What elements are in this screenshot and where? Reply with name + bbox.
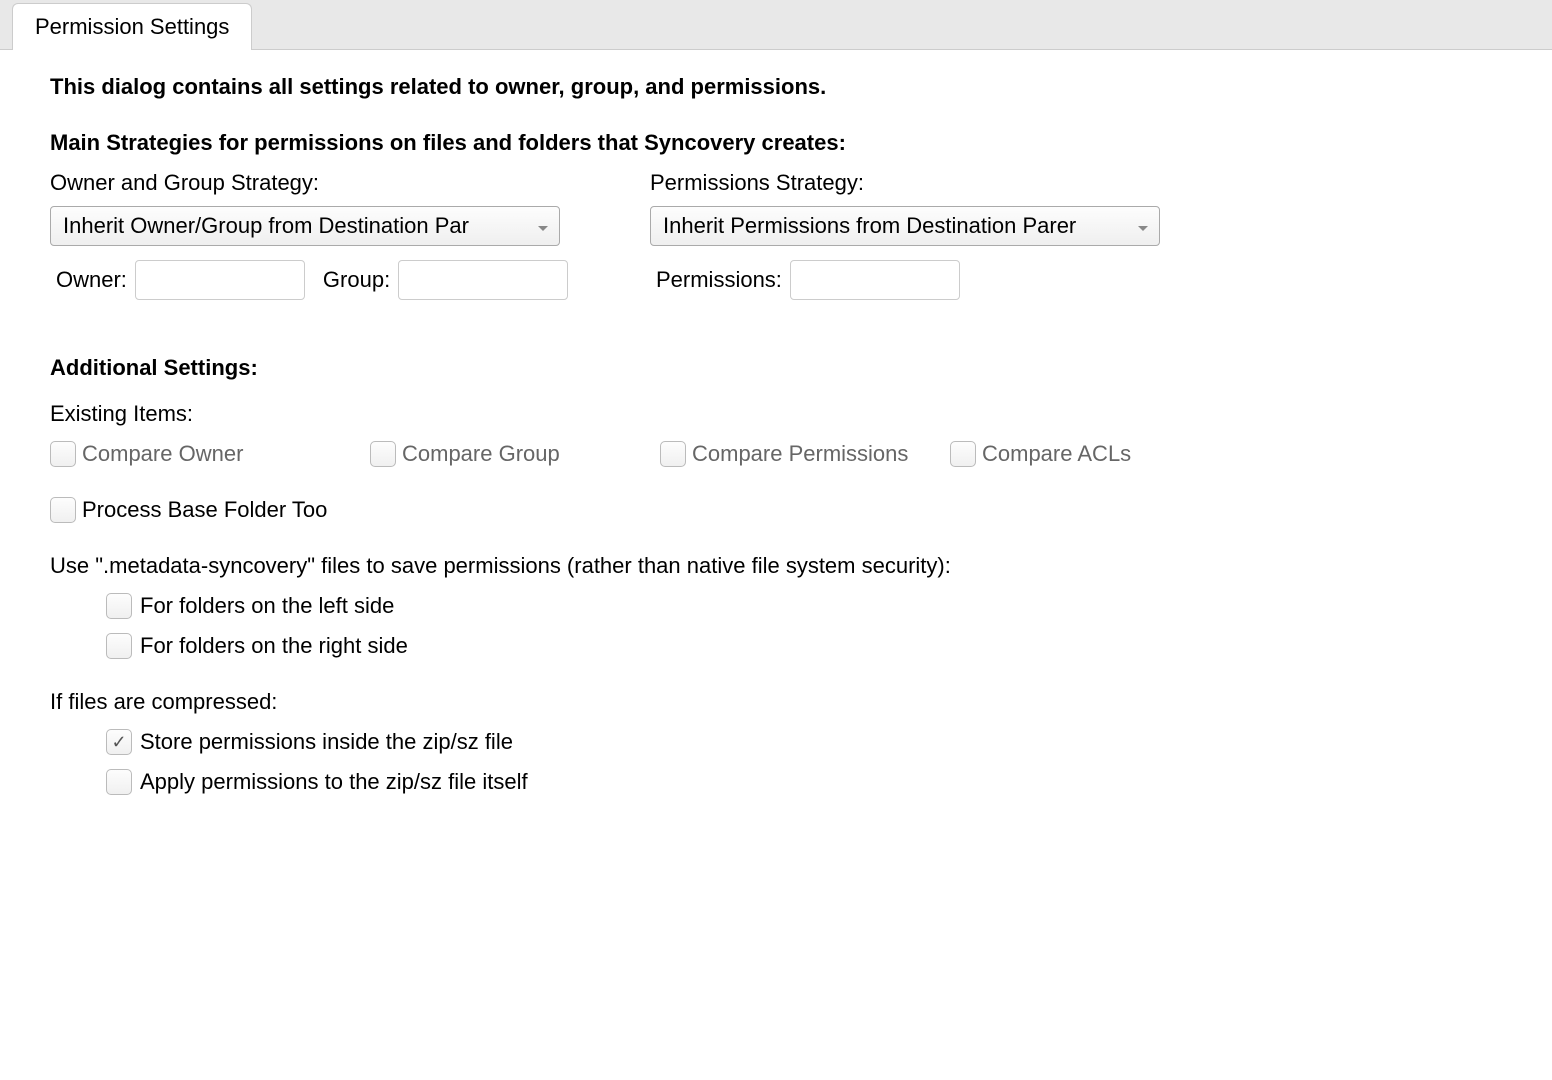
compare-acls-checkbox[interactable]	[950, 441, 976, 467]
content-area: This dialog contains all settings relate…	[0, 50, 1552, 819]
owner-field-label: Owner:	[56, 267, 127, 293]
apply-to-zip-checkbox[interactable]	[106, 769, 132, 795]
owner-input[interactable]	[135, 260, 305, 300]
metadata-left-checkbox[interactable]	[106, 593, 132, 619]
process-base-label: Process Base Folder Too	[82, 497, 327, 523]
store-inside-zip-checkbox[interactable]	[106, 729, 132, 755]
chevron-down-icon	[1137, 213, 1149, 239]
tab-permission-settings[interactable]: Permission Settings	[12, 3, 252, 50]
group-input[interactable]	[398, 260, 568, 300]
tab-bar: Permission Settings	[0, 0, 1552, 50]
owner-group-strategy-select[interactable]: Inherit Owner/Group from Destination Par	[50, 206, 560, 246]
permissions-strategy-select[interactable]: Inherit Permissions from Destination Par…	[650, 206, 1160, 246]
store-inside-zip-label: Store permissions inside the zip/sz file	[140, 729, 513, 755]
apply-to-zip-label: Apply permissions to the zip/sz file its…	[140, 769, 528, 795]
metadata-left-label: For folders on the left side	[140, 593, 394, 619]
metadata-heading: Use ".metadata-syncovery" files to save …	[50, 553, 1502, 579]
compare-permissions-checkbox[interactable]	[660, 441, 686, 467]
existing-items-label: Existing Items:	[50, 401, 1502, 427]
compare-group-label: Compare Group	[402, 441, 560, 467]
process-base-checkbox[interactable]	[50, 497, 76, 523]
compare-permissions-label: Compare Permissions	[692, 441, 908, 467]
owner-group-strategy-value: Inherit Owner/Group from Destination Par	[63, 213, 469, 239]
additional-heading: Additional Settings:	[50, 355, 1502, 381]
dialog-intro: This dialog contains all settings relate…	[50, 74, 1502, 100]
permissions-strategy-label: Permissions Strategy:	[650, 170, 1160, 196]
permissions-field-label: Permissions:	[656, 267, 782, 293]
permissions-strategy-value: Inherit Permissions from Destination Par…	[663, 213, 1076, 239]
compare-acls-label: Compare ACLs	[982, 441, 1131, 467]
compare-group-checkbox[interactable]	[370, 441, 396, 467]
metadata-right-label: For folders on the right side	[140, 633, 408, 659]
compare-owner-label: Compare Owner	[82, 441, 243, 467]
permissions-input[interactable]	[790, 260, 960, 300]
owner-group-strategy-label: Owner and Group Strategy:	[50, 170, 560, 196]
metadata-right-checkbox[interactable]	[106, 633, 132, 659]
compare-owner-checkbox[interactable]	[50, 441, 76, 467]
strategies-heading: Main Strategies for permissions on files…	[50, 130, 1502, 156]
chevron-down-icon	[537, 213, 549, 239]
group-field-label: Group:	[323, 267, 390, 293]
compressed-heading: If files are compressed:	[50, 689, 1502, 715]
